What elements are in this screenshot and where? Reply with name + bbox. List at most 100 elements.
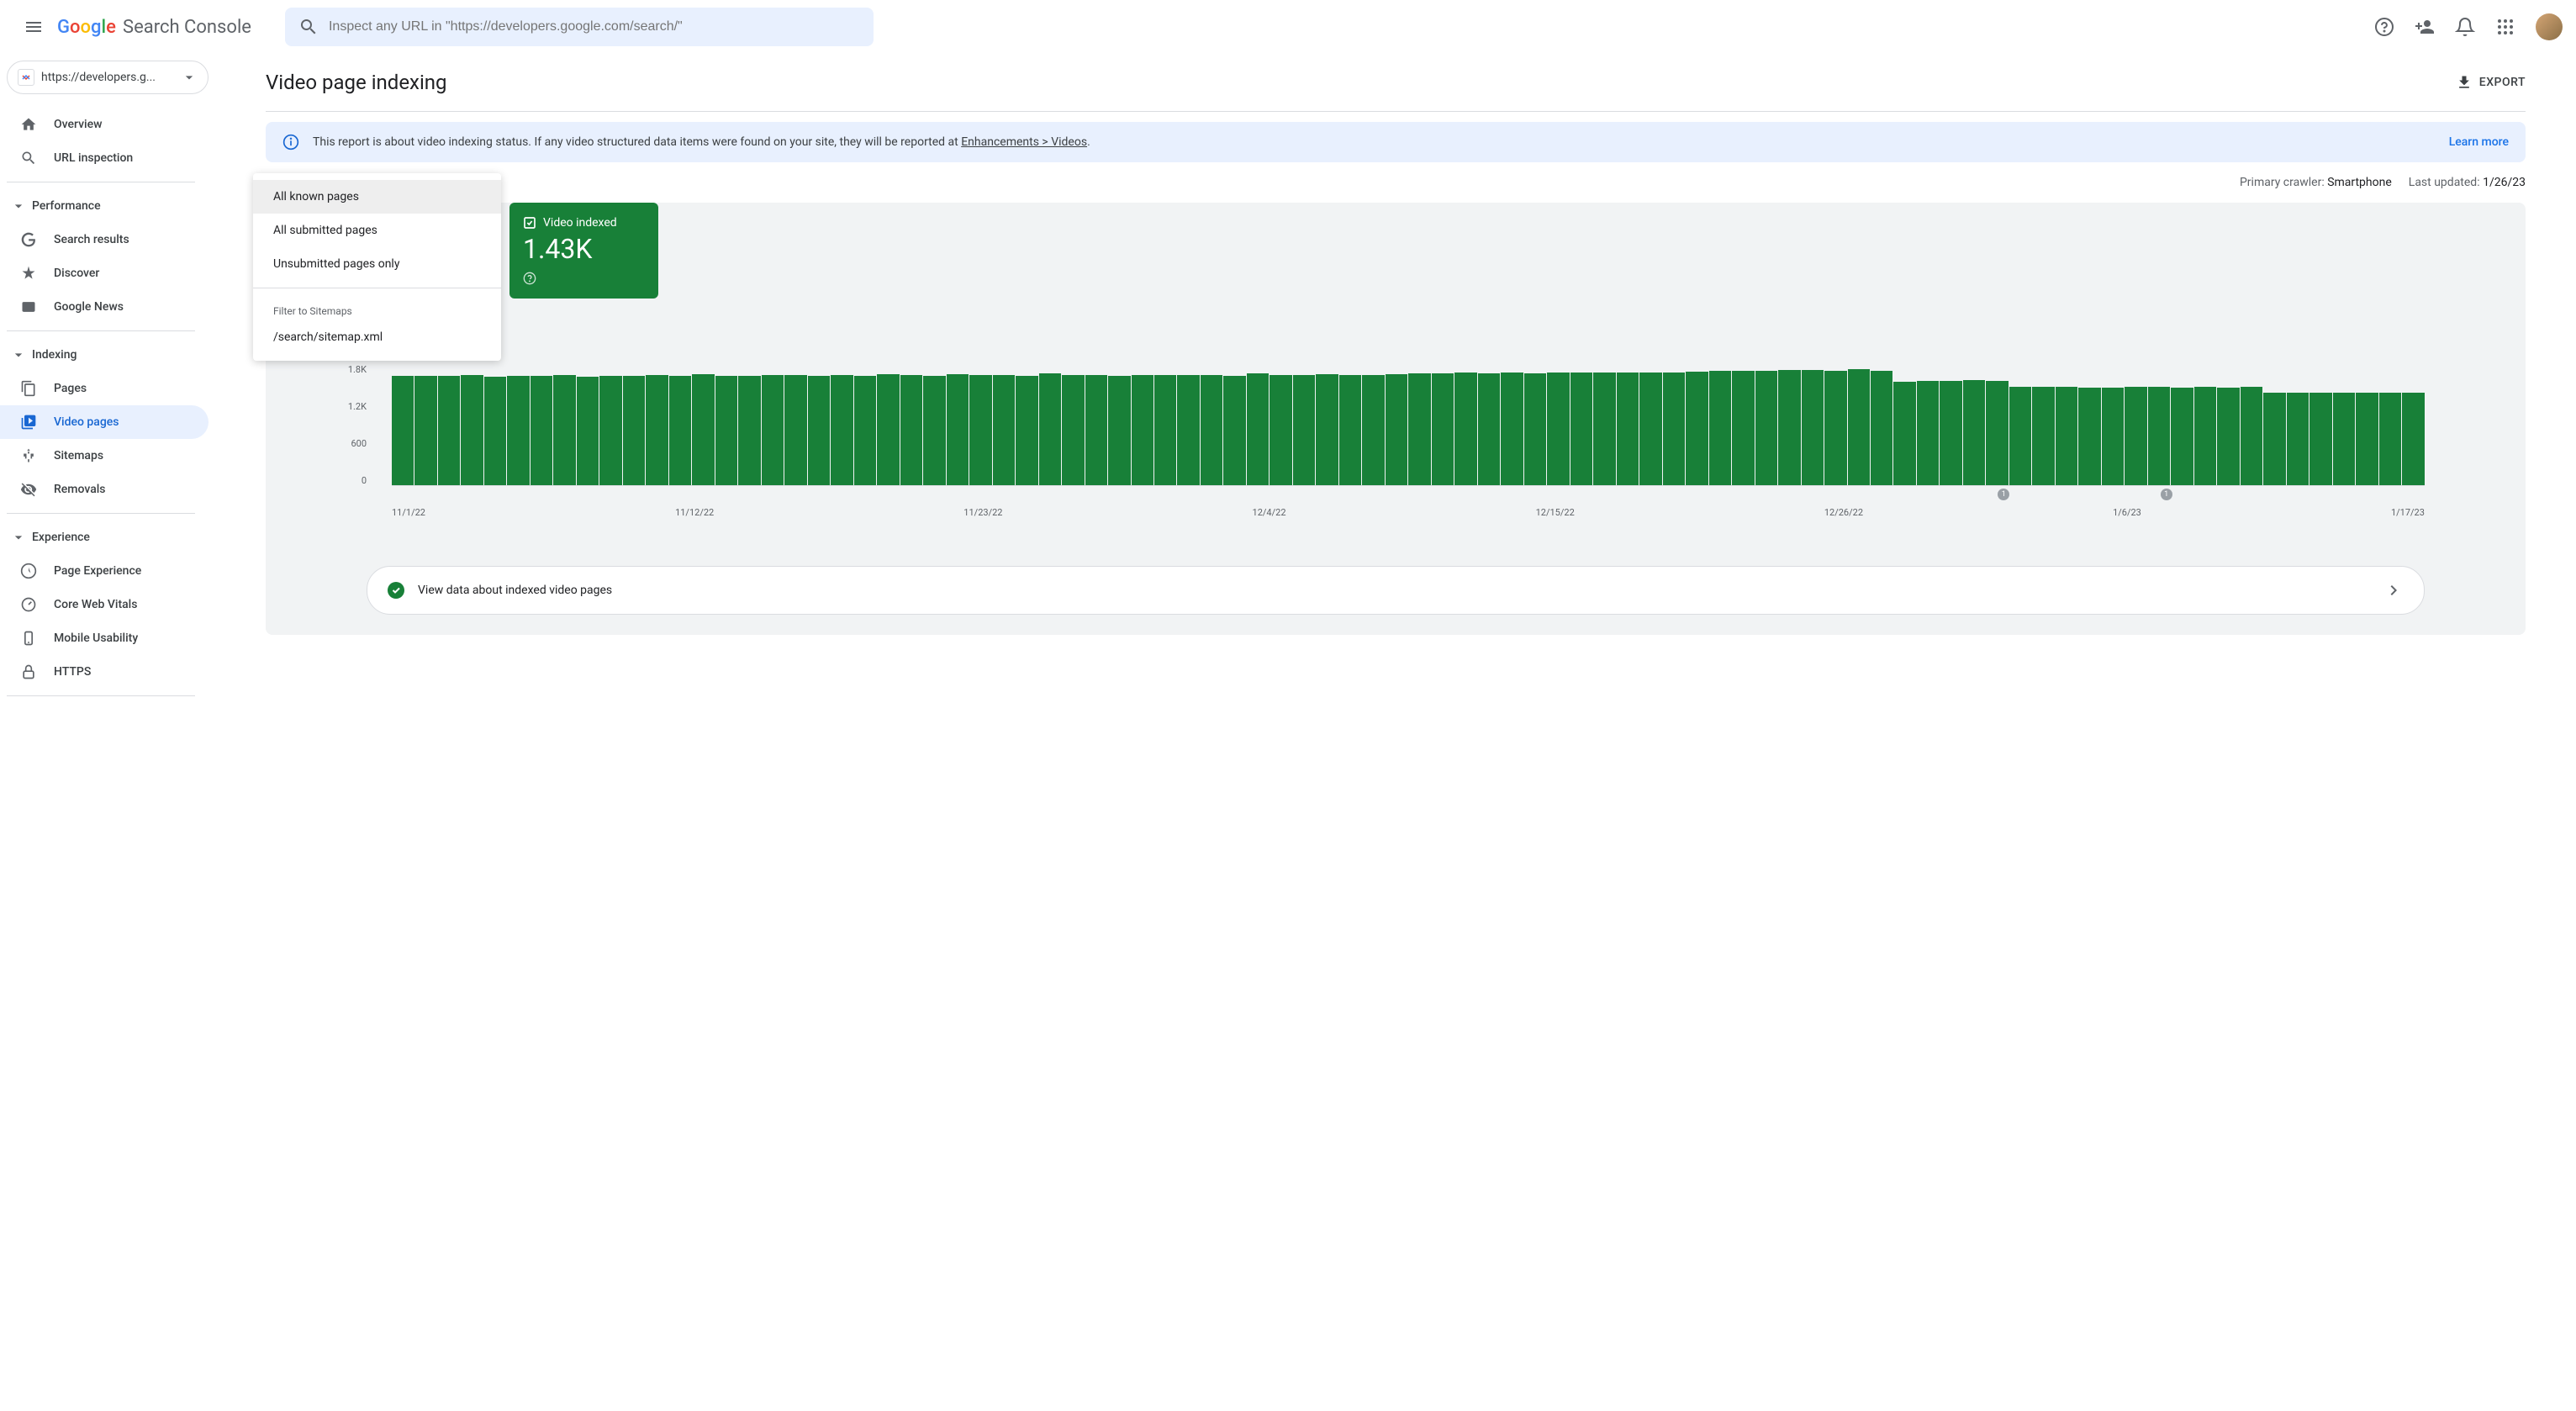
chart-bar <box>2171 388 2193 485</box>
chart-bar <box>2309 393 2331 485</box>
nav-mobile-usability[interactable]: Mobile Usability <box>0 621 209 655</box>
metric-help-button[interactable] <box>523 272 645 285</box>
nav-label: HTTPS <box>54 665 91 679</box>
property-text: https://developers.g... <box>41 71 181 84</box>
nav-label: Mobile Usability <box>54 632 138 645</box>
nav-removals[interactable]: Removals <box>0 473 209 506</box>
notifications-button[interactable] <box>2448 10 2482 44</box>
annotation-marker[interactable]: 1 <box>1998 489 2009 500</box>
chart-bar <box>507 376 529 485</box>
chart-bar <box>1570 373 1592 485</box>
chart-bar <box>692 374 714 485</box>
vitals-icon <box>20 596 37 613</box>
info-text: This report is about video indexing stat… <box>313 135 2432 149</box>
chart-bar <box>2194 387 2216 485</box>
help-icon <box>523 272 536 285</box>
search-input[interactable] <box>329 19 860 34</box>
nav-search-results[interactable]: Search results <box>0 223 209 256</box>
nav-google-news[interactable]: Google News <box>0 290 209 324</box>
chevron-down-icon <box>10 346 27 363</box>
checkbox-checked-icon <box>523 216 536 230</box>
apps-button[interactable] <box>2489 10 2522 44</box>
nav-overview[interactable]: Overview <box>0 108 209 141</box>
nav-video-pages[interactable]: Video pages <box>0 405 209 439</box>
chart-bar <box>1871 371 1892 485</box>
chart-bar <box>2032 387 2054 485</box>
check-circle-icon <box>388 582 404 599</box>
chart-annotations: 11 <box>392 489 2425 504</box>
chart-bar <box>1893 382 1915 485</box>
chart-bar <box>1963 380 1985 485</box>
dropdown-item-all-submitted[interactable]: All submitted pages <box>253 214 501 247</box>
pages-icon <box>20 380 37 397</box>
chart-bar <box>738 376 760 485</box>
nav-label: Overview <box>54 118 102 131</box>
nav-url-inspection[interactable]: URL inspection <box>0 141 209 175</box>
nav-label: Video pages <box>54 415 119 429</box>
nav-discover[interactable]: Discover <box>0 256 209 290</box>
search-icon <box>298 17 319 37</box>
page-title: Video page indexing <box>266 71 447 94</box>
nav-section-indexing[interactable]: Indexing <box>0 338 215 372</box>
main-content: Video page indexing EXPORT This report i… <box>215 54 2576 1411</box>
chart-y-axis: 1.8K 1.2K 600 0 <box>343 364 367 486</box>
learn-more-link[interactable]: Learn more <box>2449 135 2509 149</box>
view-data-button[interactable]: View data about indexed video pages <box>367 566 2425 615</box>
chart-bar <box>2287 393 2309 485</box>
hamburger-menu[interactable] <box>13 7 54 47</box>
person-add-icon <box>2415 17 2435 37</box>
meta-row: Primary crawler: Smartphone Last updated… <box>266 162 2526 203</box>
search-bar[interactable] <box>285 8 874 46</box>
sidebar: https://developers.g... Overview URL ins… <box>0 54 215 1411</box>
nav-core-web-vitals[interactable]: Core Web Vitals <box>0 588 209 621</box>
chevron-down-icon <box>10 198 27 214</box>
chart-bar <box>599 376 621 485</box>
chart-bar <box>1408 373 1430 485</box>
nav-label: Pages <box>54 382 87 395</box>
nav-section-performance[interactable]: Performance <box>0 189 215 223</box>
dropdown-item-all-known[interactable]: All known pages <box>253 180 501 214</box>
property-selector[interactable]: https://developers.g... <box>7 61 209 94</box>
nav-sitemaps[interactable]: Sitemaps <box>0 439 209 473</box>
enhancements-link[interactable]: Enhancements > Videos <box>961 135 1087 149</box>
chart-bar <box>1177 375 1199 485</box>
nav-section-experience[interactable]: Experience <box>0 521 215 554</box>
page-experience-icon <box>20 563 37 579</box>
annotation-marker[interactable]: 1 <box>2161 489 2172 500</box>
chart: Video pages 1.8K 1.2K 600 0 11 11/1/22 1… <box>266 349 2526 532</box>
nav-https[interactable]: HTTPS <box>0 655 209 689</box>
help-button[interactable] <box>2367 10 2401 44</box>
chart-bar <box>1201 375 1222 485</box>
chart-bar <box>1755 371 1777 485</box>
google-logo-icon: Google <box>57 17 119 37</box>
menu-icon <box>24 17 44 37</box>
chart-bar <box>1386 374 1407 485</box>
help-icon <box>2374 17 2394 37</box>
chart-bar <box>2009 387 2031 485</box>
chart-bar <box>1223 376 1245 485</box>
chart-bar <box>2148 387 2170 485</box>
chart-bar <box>392 376 414 485</box>
export-button[interactable]: EXPORT <box>2456 74 2526 91</box>
chevron-right-icon <box>2383 580 2404 600</box>
dropdown-sitemap-item[interactable]: /search/sitemap.xml <box>253 320 501 354</box>
avatar[interactable] <box>2536 13 2563 40</box>
chart-bars <box>392 364 2425 486</box>
users-button[interactable] <box>2408 10 2441 44</box>
chart-bar <box>2263 393 2285 485</box>
chart-bar <box>1593 373 1615 485</box>
chart-bar <box>1663 373 1685 485</box>
nav-pages[interactable]: Pages <box>0 372 209 405</box>
home-icon <box>20 116 37 133</box>
chart-bar <box>2402 393 2424 485</box>
app-logo[interactable]: Google Search Console <box>57 17 251 38</box>
chart-bar <box>1154 375 1176 485</box>
nav-page-experience[interactable]: Page Experience <box>0 554 209 588</box>
metric-card-indexed[interactable]: Video indexed 1.43K <box>509 203 658 299</box>
svg-text:Google: Google <box>57 17 116 37</box>
chart-bar <box>715 376 737 485</box>
search-icon <box>20 150 37 166</box>
chart-bar <box>1293 375 1315 485</box>
dropdown-item-unsubmitted[interactable]: Unsubmitted pages only <box>253 247 501 281</box>
chart-bar <box>1247 373 1269 485</box>
